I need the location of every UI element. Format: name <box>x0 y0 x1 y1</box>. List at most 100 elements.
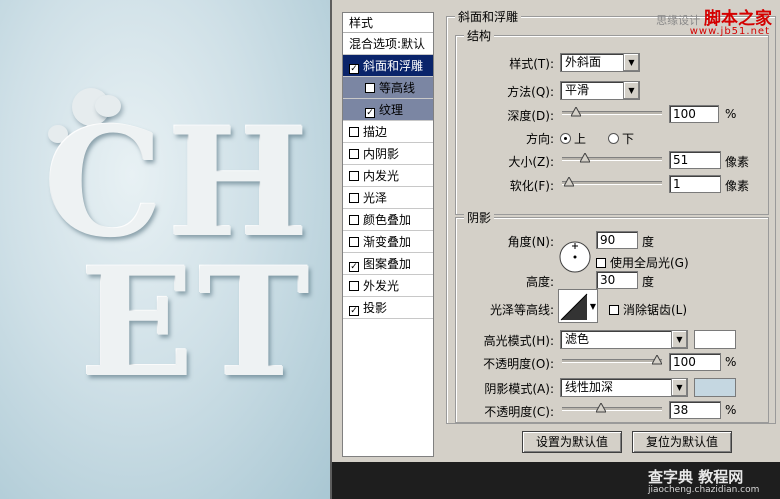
structure-group: 结构 样式(T): 外斜面 ▼ 方法(Q): 平滑 ▼ 深度(D): 100 %… <box>455 27 769 215</box>
style-item[interactable]: ✓ 纹理 <box>343 99 433 121</box>
blend-options-item[interactable]: 混合选项:默认 <box>343 33 433 55</box>
style-label: 样式(T): <box>509 57 554 71</box>
style-item[interactable]: ✓ 图案叠加 <box>343 253 433 275</box>
chevron-down-icon: ▼ <box>623 54 639 71</box>
depth-slider[interactable] <box>562 107 662 117</box>
style-item[interactable]: 渐变叠加 <box>343 231 433 253</box>
angle-dial[interactable] <box>558 240 592 274</box>
style-item[interactable]: 外发光 <box>343 275 433 297</box>
shading-title: 阴影 <box>464 209 495 226</box>
slider-thumb-icon[interactable] <box>580 153 590 163</box>
chevron-down-icon: ▼ <box>589 302 596 311</box>
checkbox-icon[interactable] <box>349 237 359 247</box>
slider-thumb-icon[interactable] <box>652 355 662 365</box>
style-item[interactable]: ✓ 投影 <box>343 297 433 319</box>
size-unit: 像素 <box>725 155 750 169</box>
style-item[interactable]: 等高线 <box>343 77 433 99</box>
style-item[interactable]: 描边 <box>343 121 433 143</box>
size-slider[interactable] <box>562 153 662 163</box>
antialias-checkbox[interactable]: 消除锯齿(L) <box>609 301 687 318</box>
checkbox-icon[interactable] <box>349 193 359 203</box>
soften-unit: 像素 <box>725 179 750 193</box>
radio-icon[interactable] <box>608 133 619 144</box>
chevron-down-icon: ▼ <box>671 331 687 348</box>
slider-thumb-icon[interactable] <box>596 403 606 413</box>
style-item[interactable]: 内发光 <box>343 165 433 187</box>
checkbox-icon[interactable] <box>349 171 359 181</box>
soften-label: 软化(F): <box>509 179 554 193</box>
checkbox-icon[interactable]: ✓ <box>365 108 375 118</box>
checkbox-icon[interactable] <box>365 83 375 93</box>
shadow-mode-select[interactable]: 线性加深 ▼ <box>560 378 688 397</box>
highlight-mode-select[interactable]: 滤色 ▼ <box>560 330 688 349</box>
watermark-url: www.jb51.net <box>689 26 770 37</box>
direction-down-option[interactable]: 下 <box>608 130 634 147</box>
style-item-label: 等高线 <box>379 81 416 95</box>
highlight-color-swatch[interactable] <box>694 330 736 349</box>
highlight-opacity-slider[interactable] <box>562 355 662 365</box>
checkbox-icon[interactable] <box>609 305 619 315</box>
style-item-label: 光泽 <box>363 191 388 205</box>
bevel-emboss-title: 斜面和浮雕 <box>455 8 522 25</box>
slider-thumb-icon[interactable] <box>571 107 581 117</box>
gloss-contour-picker[interactable]: ▼ <box>558 289 598 323</box>
shading-group: 阴影 角度(N): 90 度 使用全局光(G) 高度: 30 度 光泽等高线: … <box>455 209 769 423</box>
checkbox-icon[interactable] <box>349 215 359 225</box>
angle-unit: 度 <box>642 235 655 249</box>
direction-up-option[interactable]: 上 <box>560 130 586 147</box>
checkbox-icon[interactable] <box>349 281 359 291</box>
shadow-opacity-unit: % <box>725 403 737 417</box>
style-item[interactable]: 内阴影 <box>343 143 433 165</box>
style-item[interactable]: ✓ 斜面和浮雕 <box>343 55 433 77</box>
gloss-contour-label: 光泽等高线: <box>489 303 554 317</box>
checkbox-icon[interactable]: ✓ <box>349 262 359 272</box>
layer-style-dialog: 样式 混合选项:默认 ✓ 斜面和浮雕 等高线 ✓ 纹理 描边 内阴影 内发光 光泽 颜色叠加 渐变叠… <box>332 0 780 462</box>
checkbox-icon[interactable] <box>596 258 606 268</box>
bottom-watermark-url: jiaocheng.chazidian.com <box>648 485 760 495</box>
shadow-mode-label: 阴影模式(A): <box>484 382 554 396</box>
style-item[interactable]: 光泽 <box>343 187 433 209</box>
global-light-checkbox[interactable]: 使用全局光(G) <box>596 254 689 271</box>
depth-input[interactable]: 100 <box>669 105 719 123</box>
angle-label: 角度(N): <box>507 235 554 249</box>
styles-list: 样式 混合选项:默认 ✓ 斜面和浮雕等高线 ✓ 纹理描边内阴影内发光光泽颜色叠加渐变叠… <box>342 12 434 457</box>
styles-header[interactable]: 样式 <box>343 13 433 33</box>
soften-input[interactable]: 1 <box>669 175 721 193</box>
depth-label: 深度(D): <box>507 109 554 123</box>
size-input[interactable]: 51 <box>669 151 721 169</box>
altitude-input[interactable]: 30 <box>596 271 638 289</box>
altitude-label: 高度: <box>525 275 554 289</box>
shadow-opacity-input[interactable]: 38 <box>669 401 721 419</box>
checkbox-icon[interactable] <box>349 127 359 137</box>
technique-select[interactable]: 平滑 ▼ <box>560 81 640 100</box>
style-item-label: 图案叠加 <box>363 257 412 271</box>
style-item-label: 内阴影 <box>363 147 400 161</box>
make-default-button[interactable]: 设置为默认值 <box>522 431 622 453</box>
shadow-opacity-slider[interactable] <box>562 403 662 413</box>
slider-thumb-icon[interactable] <box>564 177 574 187</box>
highlight-opacity-label: 不透明度(O): <box>483 357 554 371</box>
bevel-style-select[interactable]: 外斜面 ▼ <box>560 53 640 72</box>
contour-curve-icon <box>560 293 588 321</box>
altitude-unit: 度 <box>642 275 655 289</box>
checkbox-icon[interactable] <box>349 149 359 159</box>
angle-dial-icon[interactable] <box>558 240 592 274</box>
shadow-color-swatch[interactable] <box>694 378 736 397</box>
bevel-emboss-group: 斜面和浮雕 结构 样式(T): 外斜面 ▼ 方法(Q): 平滑 ▼ 深度(D):… <box>446 8 776 424</box>
soften-slider[interactable] <box>562 177 662 187</box>
highlight-opacity-input[interactable]: 100 <box>669 353 721 371</box>
style-item-label: 外发光 <box>363 279 400 293</box>
radio-icon[interactable] <box>560 133 571 144</box>
reset-default-button[interactable]: 复位为默认值 <box>632 431 732 453</box>
style-item-label: 投影 <box>363 301 388 315</box>
canvas-preview: CH ET <box>0 0 330 499</box>
checkbox-icon[interactable]: ✓ <box>349 64 359 74</box>
style-item-label: 描边 <box>363 125 388 139</box>
chevron-down-icon: ▼ <box>623 82 639 99</box>
style-item[interactable]: 颜色叠加 <box>343 209 433 231</box>
size-label: 大小(Z): <box>508 155 554 169</box>
angle-input[interactable]: 90 <box>596 231 638 249</box>
depth-unit: % <box>725 107 737 121</box>
style-item-label: 渐变叠加 <box>363 235 412 249</box>
checkbox-icon[interactable]: ✓ <box>349 306 359 316</box>
